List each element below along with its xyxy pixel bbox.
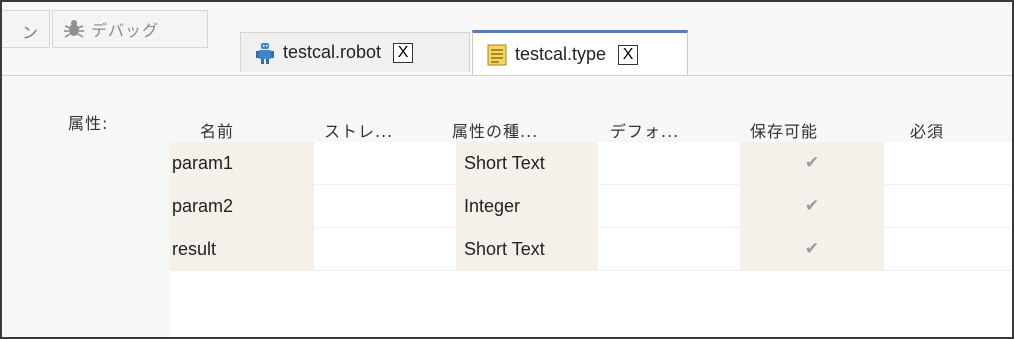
cell-required[interactable] <box>884 185 1012 227</box>
column-header-required[interactable]: 必須 <box>910 118 944 142</box>
column-header-attribute-type[interactable]: 属性の種... <box>452 118 538 142</box>
cell-storage[interactable] <box>314 142 456 184</box>
bug-icon <box>63 18 85 40</box>
column-header-name[interactable]: 名前 <box>200 118 234 142</box>
table-row[interactable]: param1 Short Text ✔ <box>170 142 1012 185</box>
toolbar-button-partial[interactable]: ン <box>2 10 50 48</box>
editor-content: 属性: 名前 ストレ... 属性の種... デフォ... 保存可能 必須 par… <box>2 76 1012 337</box>
tab-testcal-robot[interactable]: testcal.robot X <box>240 32 470 72</box>
cell-default[interactable] <box>598 228 740 270</box>
table-row[interactable]: param2 Integer ✔ <box>170 185 1012 228</box>
toolbar: ン デバッグ testcal.robot X testcal.type X <box>2 2 1012 78</box>
cell-name[interactable]: param2 <box>170 185 314 227</box>
window-frame: ン デバッグ testcal.robot X testcal.type X 属性… <box>0 0 1014 339</box>
debug-button-label: デバッグ <box>91 21 160 40</box>
column-header-savable[interactable]: 保存可能 <box>750 118 818 142</box>
cell-name[interactable]: result <box>170 228 314 270</box>
cell-storage[interactable] <box>314 185 456 227</box>
cell-attribute-type[interactable]: Short Text <box>456 228 598 270</box>
toolbar-button-partial-label: ン <box>22 23 39 42</box>
column-header-storage[interactable]: ストレ... <box>324 118 393 142</box>
debug-button[interactable]: デバッグ <box>52 10 208 48</box>
document-icon <box>487 44 507 66</box>
tab-testcal-robot-label: testcal.robot <box>283 42 382 62</box>
check-icon[interactable]: ✔ <box>740 142 884 184</box>
tab-testcal-type[interactable]: testcal.type X <box>472 30 688 76</box>
column-header-default[interactable]: デフォ... <box>610 118 679 142</box>
cell-attribute-type[interactable]: Short Text <box>456 142 598 184</box>
check-icon[interactable]: ✔ <box>740 185 884 227</box>
attributes-label: 属性: <box>68 114 109 133</box>
cell-default[interactable] <box>598 185 740 227</box>
cell-required[interactable] <box>884 142 1012 184</box>
cell-default[interactable] <box>598 142 740 184</box>
cell-attribute-type[interactable]: Integer <box>456 185 598 227</box>
cell-name[interactable]: param1 <box>170 142 314 184</box>
table-row[interactable]: result Short Text ✔ <box>170 228 1012 271</box>
cell-required[interactable] <box>884 228 1012 270</box>
cell-storage[interactable] <box>314 228 456 270</box>
tab-testcal-type-label: testcal.type <box>515 44 607 64</box>
close-icon[interactable]: X <box>618 44 639 65</box>
robot-icon <box>255 42 275 64</box>
close-icon[interactable]: X <box>393 42 414 63</box>
table-header: 名前 ストレ... 属性の種... デフォ... 保存可能 必須 <box>170 112 1012 142</box>
attributes-table: 名前 ストレ... 属性の種... デフォ... 保存可能 必須 param1 … <box>170 112 1012 337</box>
check-icon[interactable]: ✔ <box>740 228 884 270</box>
